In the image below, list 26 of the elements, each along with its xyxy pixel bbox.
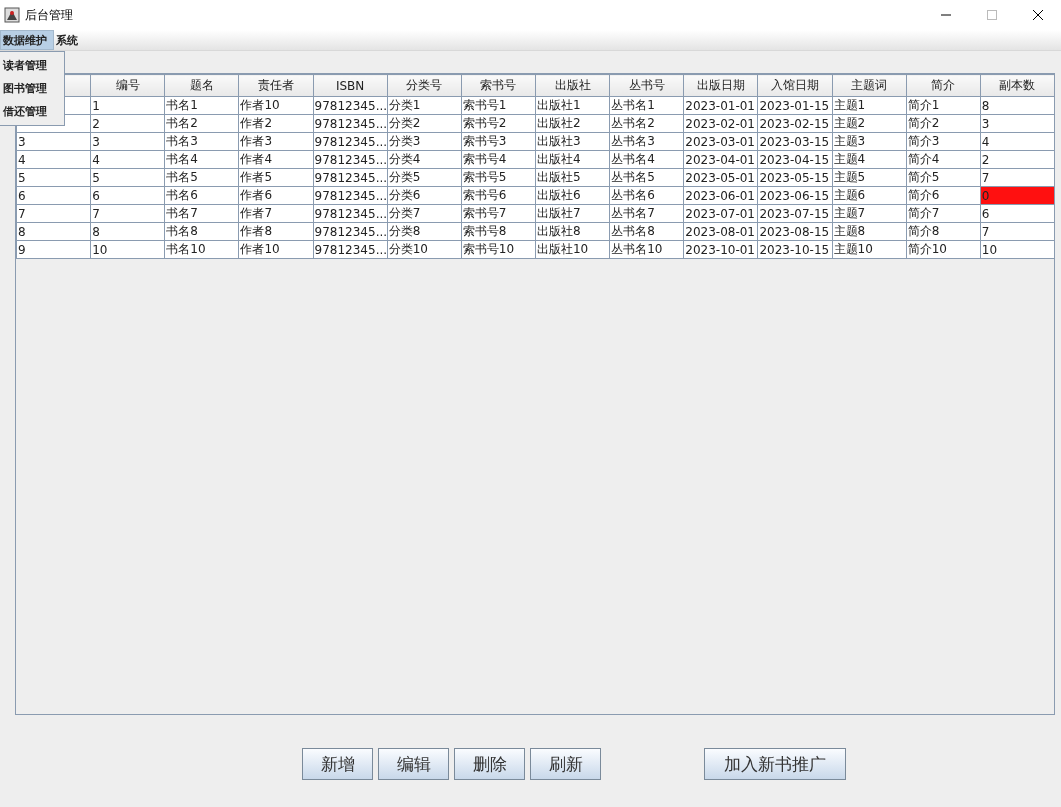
column-header[interactable]: 副本数 — [980, 74, 1055, 97]
menu-entry[interactable]: 读者管理 — [0, 54, 64, 77]
column-header[interactable]: 索书号 — [461, 74, 536, 97]
column-header[interactable]: 责任者 — [238, 74, 314, 97]
action-button[interactable]: 新增 — [302, 748, 373, 780]
menu-item[interactable]: 系统 — [54, 30, 84, 50]
column-header[interactable]: 出版社 — [535, 74, 610, 97]
column-header[interactable]: 主题词 — [832, 74, 907, 97]
menu-item[interactable]: 数据维护 — [0, 30, 54, 50]
column-header[interactable]: 分类号 — [387, 74, 462, 97]
column-header[interactable]: ISBN — [313, 74, 388, 97]
app-icon — [4, 7, 20, 23]
column-header[interactable]: 编号 — [90, 74, 165, 97]
action-button[interactable]: 刷新 — [530, 748, 601, 780]
promote-button[interactable]: 加入新书推广 — [704, 748, 846, 780]
column-header[interactable]: 入馆日期 — [757, 74, 833, 97]
action-button[interactable]: 编辑 — [378, 748, 449, 780]
column-header[interactable]: 题名 — [164, 74, 239, 97]
action-button[interactable]: 删除 — [454, 748, 525, 780]
column-header[interactable]: 丛书号 — [609, 74, 684, 97]
column-header[interactable]: 出版日期 — [683, 74, 758, 97]
menu-entry[interactable]: 借还管理 — [0, 100, 64, 123]
window-title: 后台管理 — [25, 6, 73, 24]
column-header[interactable]: 简介 — [906, 74, 981, 97]
close-icon[interactable] — [1032, 9, 1044, 21]
menu-entry[interactable]: 图书管理 — [0, 77, 64, 100]
